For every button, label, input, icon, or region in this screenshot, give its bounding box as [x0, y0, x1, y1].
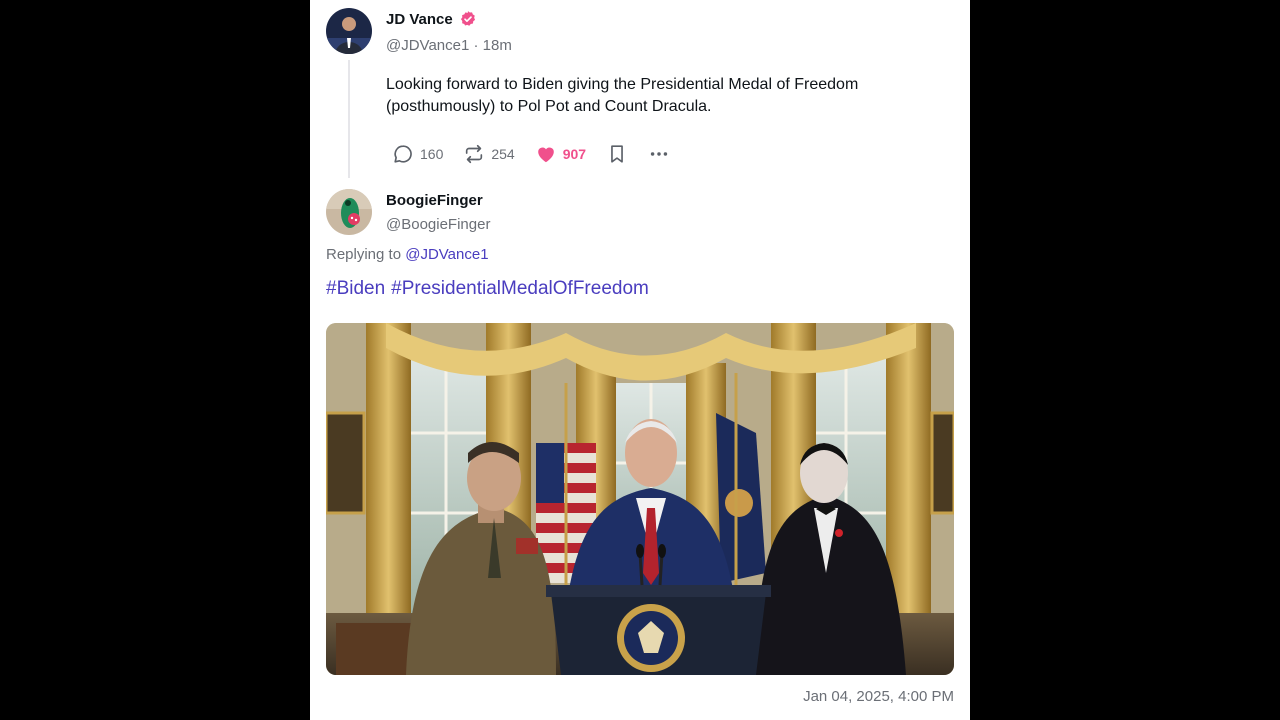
thread-line [348, 60, 350, 178]
post-text: Looking forward to Biden giving the Pres… [386, 76, 859, 115]
reply-author-name[interactable]: BoogieFinger [386, 192, 483, 209]
post-thread: JD Vance @JDVance1 · 18m Looking forward… [310, 0, 970, 720]
heart-icon [537, 147, 554, 163]
verified-badge-icon [460, 11, 475, 26]
repost-count: 254 [491, 146, 515, 162]
repost-icon [466, 144, 483, 164]
like-button[interactable]: 907 [535, 143, 586, 165]
hashtag-link[interactable]: #PresidentialMedalOfFreedom [391, 278, 649, 299]
author-handle-row: @JDVance1 · 18m [386, 37, 512, 54]
post-timestamp: Jan 04, 2025, 4:00 PM [803, 688, 954, 705]
replying-to-link[interactable]: @JDVance1 [405, 246, 488, 263]
avatar[interactable] [326, 8, 372, 54]
separator-dot: · [473, 37, 483, 54]
reply-author-row: BoogieFinger [386, 192, 483, 209]
author-row: JD Vance [386, 10, 477, 28]
bookmark-button[interactable] [606, 143, 628, 165]
author-name[interactable]: JD Vance [386, 11, 453, 28]
ellipsis-icon [650, 152, 668, 156]
action-bar: 160 254 907 [392, 142, 690, 166]
replying-to: Replying to @JDVance1 [326, 246, 489, 263]
reply-author-handle[interactable]: @BoogieFinger [386, 216, 490, 233]
reply-avatar[interactable] [326, 189, 372, 235]
author-handle[interactable]: @JDVance1 [386, 37, 469, 54]
like-count: 907 [562, 146, 587, 162]
hashtag-row: #Biden #PresidentialMedalOfFreedom [326, 278, 655, 300]
hashtag-link[interactable]: #Biden [326, 278, 385, 299]
replying-prefix: Replying to [326, 246, 402, 263]
bookmark-icon [611, 145, 623, 163]
reply-button[interactable]: 160 [392, 143, 443, 165]
time-ago: 18m [482, 37, 512, 54]
repost-button[interactable]: 254 [463, 143, 515, 165]
comment-icon [394, 145, 412, 163]
more-options-button[interactable] [648, 143, 670, 165]
attached-image[interactable] [326, 323, 954, 675]
reply-count: 160 [420, 146, 444, 162]
oval-office-scene-image [326, 323, 954, 675]
